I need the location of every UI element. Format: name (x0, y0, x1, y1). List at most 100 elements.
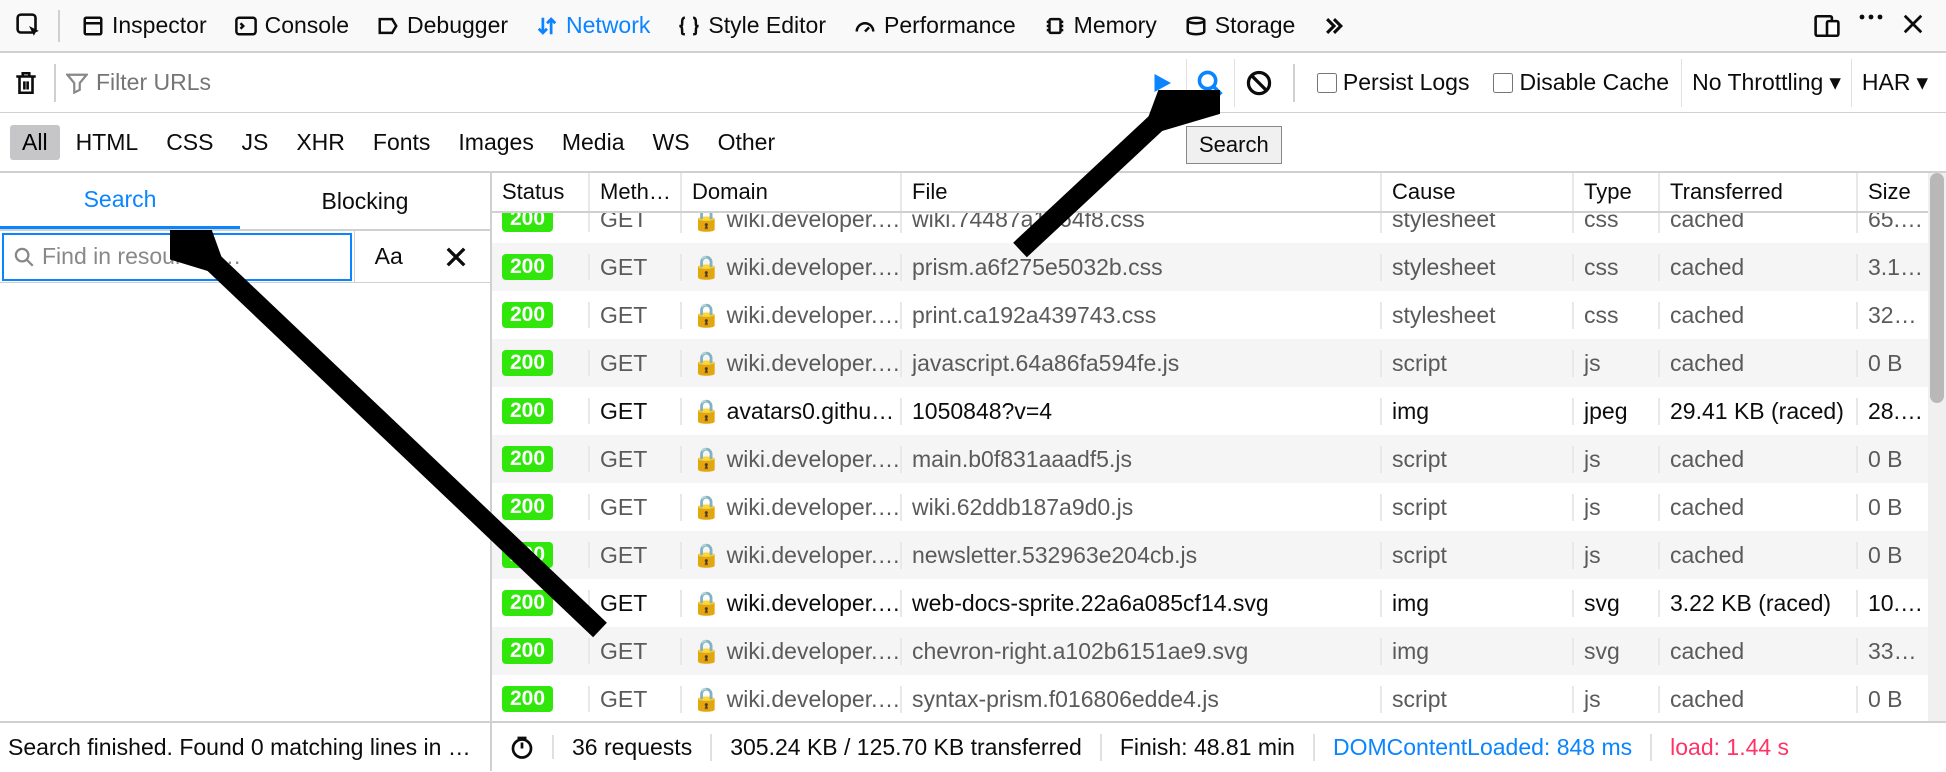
cell-status: 200 (492, 350, 590, 376)
th-method[interactable]: Meth… (590, 173, 682, 211)
type-filter-ws[interactable]: WS (641, 125, 702, 160)
table-row[interactable]: 200GET🔒wiki.developer.…web-docs-sprite.2… (492, 579, 1946, 627)
type-filter-fonts[interactable]: Fonts (361, 125, 443, 160)
search-icon (14, 247, 34, 267)
table-row[interactable]: 200GET🔒avatars0.githu…1050848?v=4imgjpeg… (492, 387, 1946, 435)
table-row[interactable]: 200GET🔒wiki.developer.…javascript.64a86f… (492, 339, 1946, 387)
search-tooltip: Search (1186, 126, 1282, 164)
cell-type: css (1574, 254, 1660, 281)
blocking-tab[interactable]: Blocking (240, 173, 490, 229)
disable-cache-checkbox[interactable]: Disable Cache (1481, 69, 1681, 96)
cell-transferred: cached (1660, 542, 1858, 569)
close-devtools-icon[interactable] (1902, 13, 1928, 39)
cell-method: GET (590, 254, 682, 281)
table-row[interactable]: 200GET🔒wiki.developer.…syntax-prism.f016… (492, 675, 1946, 721)
table-row[interactable]: 200GET🔒wiki.developer.…chevron-right.a10… (492, 627, 1946, 675)
tab-label: Storage (1215, 12, 1296, 39)
type-filter-xhr[interactable]: XHR (284, 125, 357, 160)
type-filter-images[interactable]: Images (446, 125, 545, 160)
finish-time: Finish: 48.81 min (1102, 734, 1315, 761)
scrollbar-thumb[interactable] (1930, 173, 1944, 403)
cell-file: prism.a6f275e5032b.css (902, 254, 1382, 281)
lock-icon: 🔒 (692, 213, 721, 233)
th-status[interactable]: Status (492, 173, 590, 211)
tab-performance[interactable]: Performance (840, 0, 1030, 51)
responsive-mode-icon[interactable] (1814, 13, 1840, 39)
tab-inspector[interactable]: Inspector (68, 0, 221, 51)
cell-size: 10.… (1858, 590, 1926, 617)
type-filter-html[interactable]: HTML (64, 125, 151, 160)
play-button[interactable] (1139, 59, 1187, 107)
lock-icon: 🔒 (692, 302, 721, 329)
th-file[interactable]: File (902, 173, 1382, 211)
table-row[interactable]: 200GET🔒wiki.developer.…prism.a6f275e5032… (492, 243, 1946, 291)
th-transferred[interactable]: Transferred (1660, 173, 1858, 211)
tab-style-editor[interactable]: Style Editor (664, 0, 840, 51)
type-filter-other[interactable]: Other (706, 125, 788, 160)
search-input[interactable] (42, 243, 340, 270)
cell-transferred: cached (1660, 494, 1858, 521)
search-toggle-button[interactable] (1187, 59, 1235, 107)
block-button[interactable] (1235, 59, 1283, 107)
network-icon (536, 15, 558, 37)
type-filter-all[interactable]: All (10, 125, 60, 160)
cell-method: GET (590, 302, 682, 329)
cell-domain: 🔒wiki.developer.… (682, 686, 902, 713)
status-badge: 200 (502, 350, 553, 376)
table-row[interactable]: 200GET🔒wiki.developer.…main.b0f831aaadf5… (492, 435, 1946, 483)
throttling-select[interactable]: No Throttling▾ (1681, 59, 1851, 107)
table-body: 200GET🔒wiki.developer.…wiki.74487a1d64f8… (492, 213, 1946, 721)
har-select[interactable]: HAR▾ (1851, 59, 1938, 107)
cell-file: main.b0f831aaadf5.js (902, 446, 1382, 473)
tab-label: Inspector (112, 12, 207, 39)
cell-status: 200 (492, 638, 590, 664)
cell-size: 28.… (1858, 398, 1926, 425)
type-filter-media[interactable]: Media (550, 125, 637, 160)
status-bar: Search finished. Found 0 matching lines … (0, 721, 1946, 771)
table-row[interactable]: 200GET🔒wiki.developer.…print.ca192a43974… (492, 291, 1946, 339)
th-cause[interactable]: Cause (1382, 173, 1574, 211)
tab-console[interactable]: Console (221, 0, 363, 51)
search-tab[interactable]: Search (0, 173, 240, 229)
filter-urls-input[interactable] (96, 69, 1139, 96)
tab-debugger[interactable]: Debugger (363, 0, 522, 51)
scrollbar[interactable] (1928, 173, 1946, 721)
pick-element-icon[interactable] (8, 13, 50, 39)
status-badge: 200 (502, 686, 553, 712)
cell-cause: script (1382, 350, 1574, 377)
tab-label: Search (84, 186, 157, 213)
type-filter-css[interactable]: CSS (154, 125, 225, 160)
overflow-tabs[interactable] (1309, 0, 1359, 51)
case-sensitive-toggle[interactable]: Aa (355, 243, 423, 270)
tab-storage[interactable]: Storage (1171, 0, 1310, 51)
cell-cause: stylesheet (1382, 302, 1574, 329)
perf-button[interactable] (492, 735, 554, 759)
cell-cause: script (1382, 446, 1574, 473)
clear-button[interactable] (8, 65, 44, 101)
close-search-button[interactable] (423, 246, 491, 268)
table-row[interactable]: 200GET🔒wiki.developer.…wiki.62ddb187a9d0… (492, 483, 1946, 531)
lock-icon: 🔒 (692, 590, 721, 617)
th-type[interactable]: Type (1574, 173, 1660, 211)
cell-domain: 🔒wiki.developer.… (682, 542, 902, 569)
meatballs-icon[interactable] (1858, 13, 1884, 39)
cell-file: newsletter.532963e204cb.js (902, 542, 1382, 569)
persist-logs-checkbox[interactable]: Persist Logs (1305, 69, 1482, 96)
th-size[interactable]: Size (1858, 173, 1926, 211)
table-row[interactable]: 200GET🔒wiki.developer.…wiki.74487a1d64f8… (492, 213, 1946, 243)
performance-icon (854, 15, 876, 37)
select-label: No Throttling (1692, 69, 1823, 96)
lock-icon: 🔒 (692, 350, 721, 377)
cell-transferred: cached (1660, 686, 1858, 713)
cell-method: GET (590, 446, 682, 473)
storage-icon (1185, 15, 1207, 37)
tab-memory[interactable]: Memory (1030, 0, 1171, 51)
cell-type: svg (1574, 638, 1660, 665)
table-row[interactable]: 200GET🔒wiki.developer.…newsletter.532963… (492, 531, 1946, 579)
th-domain[interactable]: Domain (682, 173, 902, 211)
status-badge: 200 (502, 494, 553, 520)
type-filter-js[interactable]: JS (229, 125, 280, 160)
tab-network[interactable]: Network (522, 0, 664, 51)
cell-type: js (1574, 542, 1660, 569)
cell-size: 65.… (1858, 213, 1926, 233)
